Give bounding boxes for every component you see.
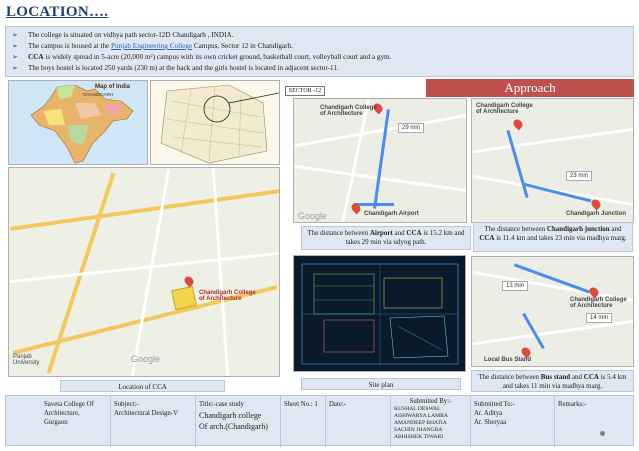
submitted-to-cell: Submitted To:- Ar. Aditya Ar. Sheryaa	[471, 396, 555, 447]
airport-label: Chandigarh Airport	[364, 211, 419, 217]
bullet-item: ➢ CCA is widely spread in 5-acre (20,000 …	[12, 53, 392, 61]
location-caption: Location of CCA	[60, 380, 225, 392]
chandigarh-sector-map	[150, 80, 280, 165]
approach-heading: Approach	[426, 79, 634, 97]
sheet-cell: Sheet No.: 1	[281, 396, 326, 447]
google-logo: Google	[131, 354, 161, 364]
title-cell: Title:-case study Chandigarh college Of …	[196, 396, 281, 447]
airport-caption: The distance between Airport and CCA is …	[301, 226, 471, 250]
airport-map-cca-label: Chandigarh College of Architecture	[320, 105, 377, 117]
bus-route-map: Chandigarh College of Architecture 13 mi…	[471, 256, 634, 367]
junction-map-cca-label: Chandigarh College of Architecture	[476, 103, 533, 115]
bullet-item: ➢ The boys hostel is located 250 yards (…	[12, 64, 339, 72]
subject-cell: Subject:- Architectural Design-V	[111, 396, 196, 447]
arrow-bullet-icon: ➢	[12, 53, 18, 61]
sector-12-label: SECTOR -12	[285, 86, 325, 96]
submitted-by-cell: Submitted By:- KUSHAL DESWAL AISHWARYA L…	[391, 396, 471, 447]
junction-label: Chandigarh Junction	[566, 211, 626, 217]
google-logo: Google	[298, 211, 328, 221]
date-cell: Date:-	[326, 396, 391, 447]
site-plan-drawing	[293, 255, 466, 372]
india-map-label: CHANDIGARH	[83, 92, 114, 97]
pec-link[interactable]: Punjab Engineering College	[111, 42, 192, 50]
site-plan-graphic	[301, 263, 459, 365]
info-bullets: ➢ The college is situated on vidhya path …	[5, 26, 634, 77]
bullet-item: ➢ The college is situated on vidhya path …	[12, 31, 234, 39]
site-plan-caption: Site plan	[301, 378, 461, 390]
junction-caption: The distance between Chandigarh junction…	[473, 222, 633, 252]
college-cell: Saveta College Of Architecture, Gurgaon	[6, 396, 111, 447]
page-dot-icon	[600, 431, 605, 436]
bus-map-cca-label: Chandigarh College of Architecture	[570, 297, 627, 309]
arrow-bullet-icon: ➢	[12, 31, 18, 39]
india-map-title: Map of India	[95, 84, 130, 90]
india-map-graphic	[30, 84, 134, 164]
sector-map-graphic	[160, 84, 279, 164]
remarks-cell: Remarks:-	[558, 401, 587, 408]
bus-time-badge-2: 14 min	[586, 313, 613, 323]
cca-map-label: Chandigarh College of Architecture	[199, 290, 256, 302]
panjab-university-label: Panjab University	[13, 354, 40, 366]
bus-time-badge-1: 13 min	[502, 281, 529, 291]
bus-caption: The distance between Bus stand and CCA i…	[471, 370, 634, 392]
airport-route-map: Chandigarh College of Architecture 29 mi…	[293, 98, 467, 223]
location-pin-icon	[182, 274, 196, 288]
arrow-bullet-icon: ➢	[12, 64, 18, 72]
page-title: LOCATION….	[6, 4, 109, 20]
airport-time-badge: 29 min	[398, 123, 425, 133]
junction-route-map: Chandigarh College of Architecture 23 mi…	[471, 98, 634, 223]
junction-time-badge: 23 min	[566, 171, 593, 181]
arrow-bullet-icon: ➢	[12, 42, 18, 50]
india-map: Map of India CHANDIGARH	[8, 80, 148, 165]
cca-pin-icon	[511, 117, 525, 131]
bus-stand-label: Local Bus Stand	[484, 357, 532, 363]
cca-location-map: Chandigarh College of Architecture Panja…	[8, 167, 280, 377]
title-block: Saveta College Of Architecture, Gurgaon …	[5, 395, 634, 447]
bullet-item: ➢ The campus is housed at the Punjab Engi…	[12, 42, 293, 50]
